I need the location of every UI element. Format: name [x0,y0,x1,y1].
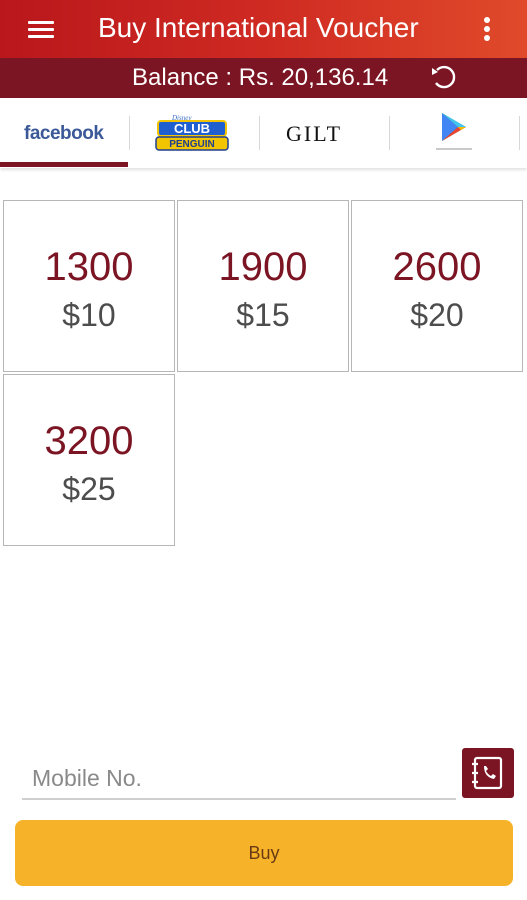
tab-club-penguin[interactable]: Disney CLUB PENGUIN [130,98,258,168]
tab-google-play[interactable] [390,98,518,168]
mobile-number-input[interactable] [22,758,456,800]
selected-tab-indicator [0,162,128,167]
facebook-logo: facebook [24,123,104,144]
hamburger-menu-icon[interactable] [22,14,62,44]
voucher-tile[interactable]: 2600 $20 [351,200,523,372]
tab-gilt[interactable]: GILT [260,98,388,168]
svg-text:PENGUIN: PENGUIN [169,139,215,150]
voucher-tile[interactable]: 1300 $10 [3,200,175,372]
app-bar: Buy International Voucher [0,0,527,58]
refresh-icon[interactable] [427,63,463,93]
voucher-points: 1300 [44,245,134,289]
voucher-price: $15 [236,297,290,333]
page-title: Buy International Voucher [98,12,419,43]
voucher-tabs: facebook Disney CLUB PENGUIN GILT [0,98,527,168]
svg-text:CLUB: CLUB [174,121,210,136]
google-play-icon [436,113,472,150]
club-penguin-logo-icon: Disney CLUB PENGUIN [155,114,229,151]
contacts-book-icon[interactable] [462,748,514,798]
overflow-menu-icon[interactable] [474,14,500,44]
voucher-price: $10 [62,297,116,333]
buy-button[interactable]: Buy [15,820,513,886]
voucher-points: 3200 [44,419,134,463]
voucher-tile[interactable]: 1900 $15 [177,200,349,372]
tab-facebook[interactable]: facebook [0,98,128,168]
voucher-grid: 1300 $10 1900 $15 2600 $20 3200 $25 [3,200,525,550]
voucher-tile[interactable]: 3200 $25 [3,374,175,546]
balance-text: Balance : Rs. 20,136.14 [132,64,389,91]
voucher-points: 2600 [392,245,482,289]
voucher-price: $25 [62,471,116,507]
gilt-logo: GILT [286,121,343,146]
voucher-price: $20 [410,297,464,333]
voucher-points: 1900 [218,245,308,289]
tab-divider [519,116,520,150]
